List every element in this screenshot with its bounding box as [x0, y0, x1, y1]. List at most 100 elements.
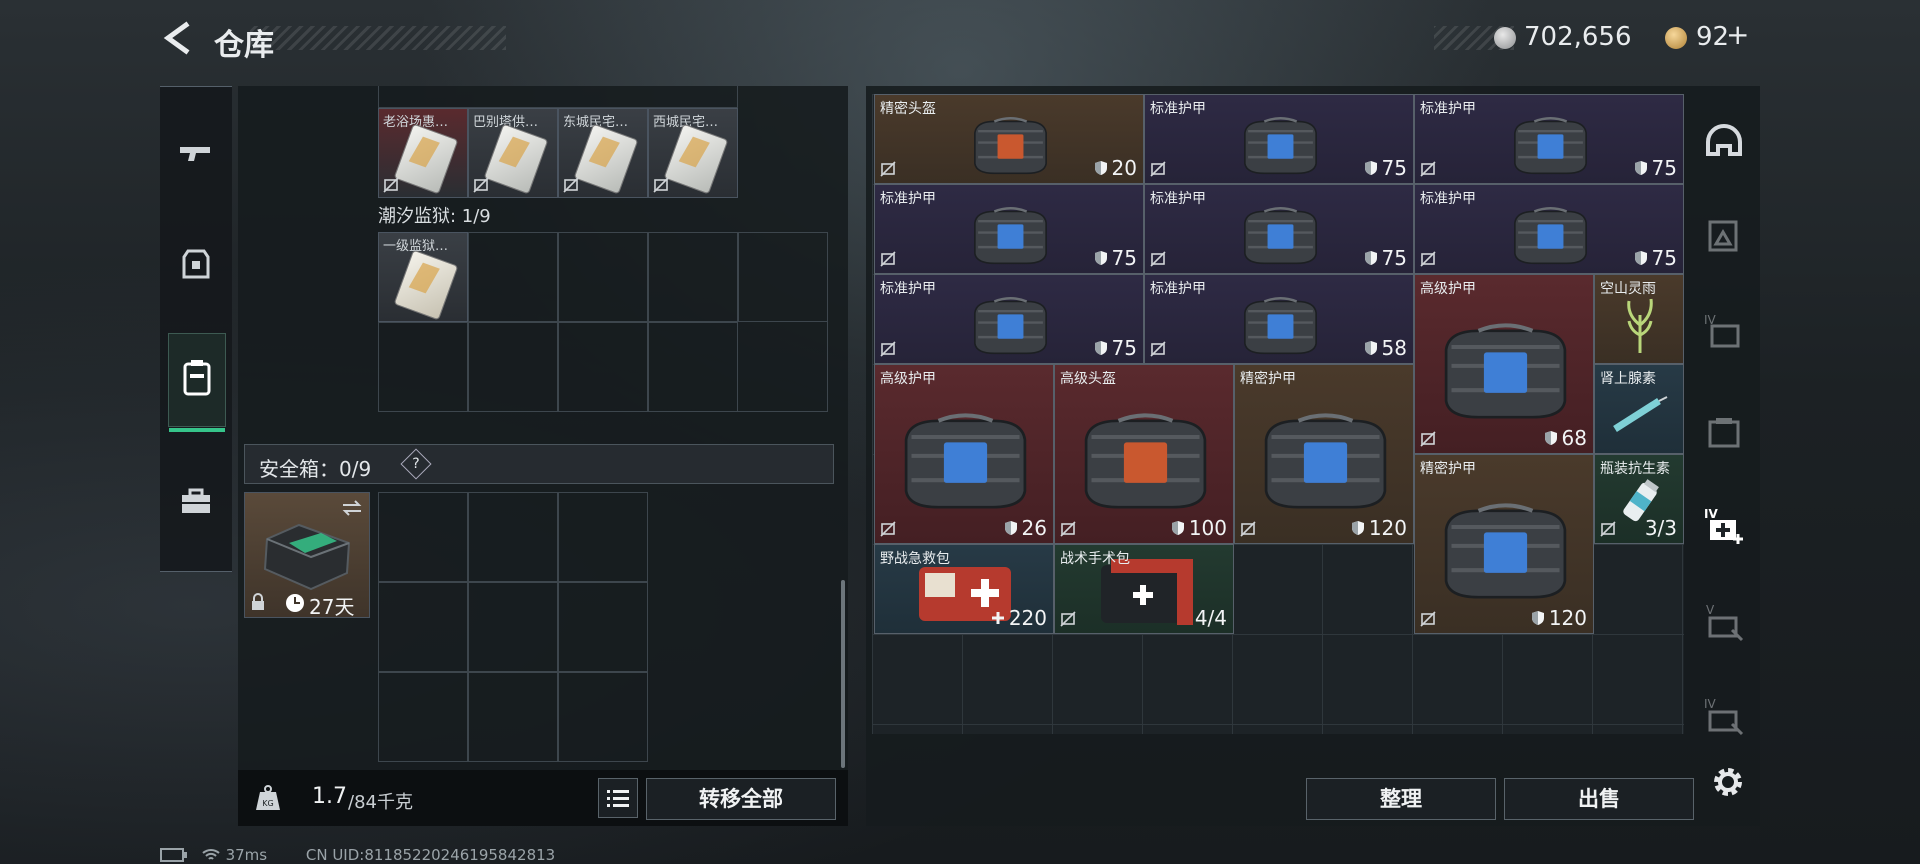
- grid-slot[interactable]: [558, 232, 648, 322]
- currency-gold: 92: [1696, 22, 1730, 52]
- key-card-item[interactable]: 老浴场惠…: [378, 108, 468, 198]
- item-value: 58: [1364, 336, 1407, 360]
- item-name: 高级护甲: [880, 371, 936, 387]
- key-card-item[interactable]: 东城民宅…: [558, 108, 648, 198]
- grid-slot[interactable]: [468, 322, 558, 412]
- no-drop-icon: [880, 161, 896, 177]
- filter-helmet[interactable]: [1702, 120, 1746, 164]
- toolbox-icon: [182, 488, 210, 513]
- item-value-text: 75: [1651, 246, 1677, 270]
- sort-button[interactable]: 整理: [1306, 778, 1496, 820]
- item-value-text: 58: [1381, 336, 1407, 360]
- transfer-all-button[interactable]: 转移全部: [646, 778, 836, 820]
- inventory-item-vest[interactable]: 标准护甲 75: [1414, 184, 1684, 274]
- safe-box-label: 安全箱：0/9: [259, 457, 372, 481]
- inventory-item-surgkit[interactable]: 战术手术包 4/4: [1054, 544, 1234, 634]
- inventory-item-helmet[interactable]: 精密头盔 20: [874, 94, 1144, 184]
- filter-iv-medkit[interactable]: IV: [1702, 504, 1746, 548]
- item-name: 精密护甲: [1420, 461, 1476, 477]
- safe-slot[interactable]: [558, 492, 648, 582]
- item-name: 高级护甲: [1420, 281, 1476, 297]
- backpack-icon: [183, 360, 211, 396]
- safe-slot[interactable]: [378, 582, 468, 672]
- key-card-item[interactable]: 西城民宅…: [648, 108, 738, 198]
- nav-armor[interactable]: [168, 237, 224, 293]
- back-button[interactable]: [160, 20, 196, 56]
- item-name: 标准护甲: [1150, 281, 1206, 297]
- item-value-text: 4/4: [1194, 606, 1227, 630]
- item-value-text: 26: [1021, 516, 1047, 540]
- currency-silver: 702,656: [1524, 22, 1632, 52]
- no-drop-icon: [1060, 521, 1076, 537]
- inventory-item-vest[interactable]: 标准护甲 75: [1414, 94, 1684, 184]
- no-drop-icon: [1240, 521, 1256, 537]
- filter-armor-tag[interactable]: [1702, 214, 1746, 258]
- inventory-item-vest[interactable]: 标准护甲 58: [1144, 274, 1414, 364]
- item-value: 75: [1094, 336, 1137, 360]
- nav-weapons[interactable]: [168, 123, 224, 179]
- helmet-icon: [1706, 124, 1742, 156]
- grid-slot[interactable]: [648, 322, 738, 412]
- grid-slot[interactable]: [648, 232, 738, 322]
- iv-repair-icon: IV: [1704, 697, 1744, 736]
- inventory-item-vest[interactable]: 标准护甲 75: [874, 274, 1144, 364]
- no-drop-icon: [1420, 431, 1436, 447]
- key-card-item[interactable]: 巴别塔供…: [468, 108, 558, 198]
- inventory-item-medkit[interactable]: 野战急救包 220: [874, 544, 1054, 634]
- safe-slot[interactable]: [378, 672, 468, 762]
- no-drop-icon: [880, 521, 896, 537]
- inventory-item-vest[interactable]: 精密护甲 120: [1414, 454, 1594, 634]
- no-drop-icon: [1420, 161, 1436, 177]
- nav-toolbox[interactable]: [168, 475, 224, 531]
- key-card-icon: [394, 124, 458, 194]
- item-name: 标准护甲: [880, 191, 936, 207]
- grid-slot[interactable]: [558, 322, 648, 412]
- weight-total: /84千克: [348, 792, 413, 813]
- safe-slot[interactable]: [558, 582, 648, 672]
- iv-medkit-icon: IV: [1704, 507, 1743, 544]
- armor-icon: [182, 249, 210, 279]
- item-value: 220: [991, 606, 1047, 630]
- settings-button[interactable]: [1706, 760, 1750, 804]
- grid-slot[interactable]: [468, 232, 558, 322]
- inventory-item-vest[interactable]: 高级护甲 68: [1414, 274, 1594, 454]
- header-decoration: [250, 26, 506, 50]
- safe-slot[interactable]: [378, 492, 468, 582]
- item-value: 75: [1364, 246, 1407, 270]
- filter-iv-repair[interactable]: IV: [1702, 694, 1746, 738]
- inventory-item-helmet[interactable]: 高级头盔 100: [1054, 364, 1234, 544]
- left-scrollbar[interactable]: [841, 580, 845, 768]
- inventory-item-plant[interactable]: 空山灵雨: [1594, 274, 1684, 364]
- safe-box-icon: [263, 523, 351, 591]
- sell-button[interactable]: 出售: [1504, 778, 1694, 820]
- safe-box-item[interactable]: 27天: [244, 492, 370, 619]
- safe-slot[interactable]: [558, 672, 648, 762]
- item-value-text: 75: [1381, 246, 1407, 270]
- status-bar: 37ms CN UID:8118522024619584281​3: [160, 846, 555, 864]
- prison-card-item[interactable]: 一级监狱…: [378, 232, 468, 322]
- list-view-button[interactable]: [598, 778, 638, 818]
- help-button[interactable]: ?: [400, 448, 432, 480]
- inventory-item-syringe[interactable]: 肾上腺素: [1594, 364, 1684, 454]
- inventory-item-bottle[interactable]: 瓶装抗生素 3/3: [1594, 454, 1684, 544]
- safe-slot[interactable]: [468, 492, 558, 582]
- inventory-item-vest[interactable]: 标准护甲 75: [874, 184, 1144, 274]
- inventory-item-vest[interactable]: 标准护甲 75: [1144, 184, 1414, 274]
- filter-v-repair[interactable]: V: [1702, 600, 1746, 644]
- filter-iv-armor[interactable]: IV: [1702, 310, 1746, 354]
- inventory-item-vest[interactable]: 精密护甲 120: [1234, 364, 1414, 544]
- inventory-item-vest[interactable]: 高级护甲 26: [874, 364, 1054, 544]
- kg-icon: KG: [256, 785, 280, 810]
- ping-value: 37ms: [225, 846, 268, 864]
- add-currency-button[interactable]: +: [1726, 18, 1749, 51]
- grid-slot[interactable]: [738, 232, 828, 322]
- safe-slot[interactable]: [468, 582, 558, 672]
- nav-backpack[interactable]: [168, 333, 226, 432]
- inventory-item-vest[interactable]: 标准护甲 75: [1144, 94, 1414, 184]
- battery-icon: [160, 848, 187, 862]
- safe-slot[interactable]: [468, 672, 558, 762]
- grid-slot[interactable]: [378, 322, 468, 412]
- silver-coin-icon: [1494, 27, 1516, 49]
- filter-armor-box[interactable]: [1702, 410, 1746, 454]
- no-drop-icon: [1060, 611, 1076, 627]
